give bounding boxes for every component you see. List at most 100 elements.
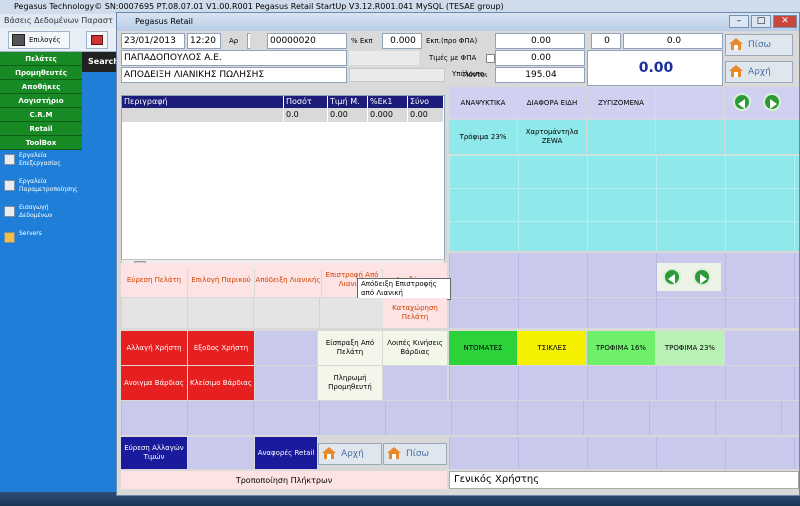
date-field[interactable]: 23/01/2013 [121,33,185,49]
customer-receipt-button[interactable]: Είσπραξη Από Πελάτη [318,331,382,365]
category-soft-drinks[interactable]: ΑΝΑΨΥΚΤΙΚΑ [449,87,517,119]
category-misc[interactable]: ΔΙΑΦΟΡΑ ΕΙΔΗ [518,87,586,119]
product-slots-grid[interactable] [449,155,799,251]
next-arrow-icon[interactable] [693,268,711,286]
sidebar-item-accounting[interactable]: Λογιστήριο [0,94,82,108]
table-cell[interactable]: 0.0 [284,108,328,122]
back-button[interactable]: Πίσω [725,34,793,56]
items-table[interactable]: Περιγραφή Ποσότ Τιμή Μ. %Εκ1 Σύνο 0.0 0.… [121,95,445,265]
empty-button-row[interactable] [121,401,799,435]
product-food-23-b[interactable]: ΤΡΟΦΙΜΑ 23% [656,331,724,365]
options-button[interactable]: Επιλογές [8,31,70,49]
toolbar-icon-button[interactable] [86,31,108,49]
search-tab[interactable]: Search [82,52,119,72]
sidebar-tool-import[interactable]: Εισαγωγή Δεδομένων [0,202,82,228]
home-icon [387,447,401,459]
settings-icon [4,180,15,191]
empty-slot[interactable] [188,437,254,469]
table-cell[interactable]: 0.00 [408,108,444,122]
select-outlet-button[interactable]: Επιλογή Παρικού [188,263,254,297]
other-shift-moves-button[interactable]: Λοιπές Κινήσεις Βάρδιας [383,331,447,365]
retail-receipt-button[interactable]: Απόδειξη Λιανικής [255,263,321,297]
bottom-back-label: Πίσω [406,449,430,459]
change-user-button[interactable]: Αλλαγή Χρήστη [121,331,187,365]
next-arrow-icon[interactable] [763,93,781,111]
bottom-home-label: Αρχή [341,449,364,459]
previous-arrow-icon[interactable] [663,268,681,286]
home-icon [322,447,336,459]
supplier-payment-button[interactable]: Πληρωμή Προμηθευτή [318,366,382,400]
close-shift-button[interactable]: Κλείσιμο Βάρδιας [188,366,254,400]
menu-bar[interactable]: Βάσεις Δεδομένων Παραστ [0,14,118,28]
sidebar-tool-editing[interactable]: Εργαλεία Επεξεργασίας [0,150,82,176]
discount-pre-vat-field[interactable]: 0.00 [495,33,585,49]
edit-keys-button[interactable]: Τροποποίηση Πλήκτρων [121,471,447,489]
find-customer-button[interactable]: Εύρεση Πελάτη [121,263,187,297]
column-unit-price[interactable]: Τιμή Μ. [328,96,368,108]
product-food-23[interactable]: Τρόφιμα 23% [449,120,517,154]
column-description[interactable]: Περιγραφή [122,96,284,108]
close-button[interactable]: ✕ [773,15,797,28]
bottom-home-button[interactable]: Αρχή [318,443,382,465]
home-icon [729,38,743,50]
empty-slot[interactable] [725,331,799,365]
product-slots-row[interactable] [449,298,799,328]
app-title: Pegasus Technology© SN:0007695 PT.08.07.… [14,2,504,11]
product-food-16[interactable]: ΤΡΟΦΙΜΑ 16% [587,331,655,365]
category-empty[interactable] [656,87,724,119]
sidebar-item-retail[interactable]: Retail [0,122,82,136]
bottom-back-button[interactable]: Πίσω [383,443,447,465]
retail-reports-button[interactable]: Αναφορές Retail [255,437,317,469]
previous-arrow-icon[interactable] [733,93,751,111]
product-slot[interactable] [587,120,655,154]
sidebar-tool-label: Εργαλεία Επεξεργασίας [19,152,61,167]
empty-slot[interactable] [255,366,317,400]
product-tomatoes[interactable]: ΝΤΟΜΑΤΕΣ [449,331,517,365]
document-number-field[interactable]: 00000020 [267,33,347,49]
find-price-changes-button[interactable]: Εύρεση Αλλαγών Τιμών [121,437,187,469]
document-type-field[interactable]: ΑΠΟΔΕΙΞΗ ΛΙΑΝΙΚΗΣ ΠΩΛΗΣΗΣ [121,67,347,83]
sidebar-item-crm[interactable]: C.R.M [0,108,82,122]
sidebar-tool-settings[interactable]: Εργαλεία Παραμετροποίησης [0,176,82,202]
back-button-label: Πίσω [748,40,772,50]
open-shift-button[interactable]: Ανοιγμα Βάρδιας [121,366,187,400]
sidebar-item-toolbox[interactable]: ToolBox [0,136,82,150]
points-field[interactable]: 195.04 [495,67,585,83]
sidebar-item-customers[interactable]: Πελάτες [0,52,82,66]
empty-slot[interactable] [255,331,317,365]
logout-user-button[interactable]: Εξοδος Χρήστη [188,331,254,365]
product-slots-row[interactable] [449,437,799,469]
minimize-button[interactable]: – [729,15,749,28]
home-button[interactable]: Αρχή [725,61,793,83]
customer-field[interactable]: ΠΑΠΑΔΟΠΟΥΛΟΣ Α.Ε. [121,50,347,66]
window-title: Pegasus Retail [135,17,193,26]
empty-slot[interactable] [383,366,447,400]
product-slot[interactable] [725,120,799,154]
counter-field-b[interactable]: 0.0 [623,33,723,49]
product-tissues-zewa[interactable]: Χαρτομάντηλα ZEWA [518,120,586,154]
product-slot[interactable] [656,120,724,154]
product-gum[interactable]: ΤΣΙΚΛΕΣ [518,331,586,365]
category-weighted[interactable]: ΖΥΓΙΖΟΜΕΝΑ [587,87,655,119]
column-total[interactable]: Σύνο [408,96,444,108]
sidebar-tool-servers[interactable]: Servers [0,228,82,254]
vat-spacer [349,51,419,65]
maximize-button[interactable]: □ [751,15,771,28]
product-slots-row[interactable] [449,253,799,297]
sidebar-item-suppliers[interactable]: Προμηθευτές [0,66,82,80]
balance-field[interactable]: 0.00 [495,50,585,66]
product-slots-row[interactable] [449,366,799,400]
discount-percent-field[interactable]: 0.000 [382,33,422,49]
number-prefix-field[interactable] [247,33,250,49]
prices-with-vat-checkbox[interactable] [486,54,495,63]
register-customer-button[interactable]: Καταχώρηση Πελάτη [383,298,447,328]
monitor-icon [91,35,103,45]
table-cell[interactable] [122,108,284,122]
table-cell[interactable]: 0.00 [328,108,368,122]
sidebar-item-warehouses[interactable]: Αποθήκες [0,80,82,94]
column-discount[interactable]: %Εκ1 [368,96,408,108]
table-cell[interactable]: 0.000 [368,108,408,122]
column-quantity[interactable]: Ποσότ [284,96,328,108]
counter-field-a[interactable]: 0 [591,33,621,49]
time-field[interactable]: 12:20 [187,33,221,49]
